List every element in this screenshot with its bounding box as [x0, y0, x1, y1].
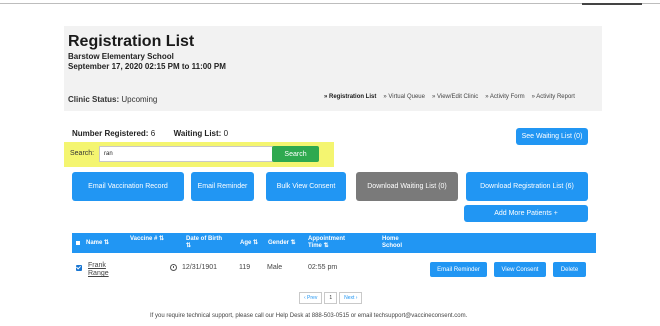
patient-name-link[interactable]: Frank Range	[88, 262, 118, 278]
nav-registration-list[interactable]: » Registration List	[324, 94, 376, 100]
download-waiting-list-button[interactable]: Download Waiting List (0)	[356, 172, 458, 201]
add-more-patients-button[interactable]: Add More Patients +	[464, 205, 588, 222]
col-gender[interactable]: Gender ⇅	[268, 240, 296, 247]
appointment-time: 02:55 pm	[308, 264, 338, 271]
registration-counts: Number Registered: 6 Waiting List: 0	[72, 129, 228, 138]
col-age[interactable]: Age ⇅	[240, 240, 258, 247]
col-dob[interactable]: Date of Birth ⇅	[186, 236, 226, 249]
nav-activity-report[interactable]: » Activity Report	[532, 94, 575, 100]
see-waiting-list-button[interactable]: See Waiting List (0)	[516, 128, 588, 145]
row-email-reminder-button[interactable]: Email Reminder	[430, 262, 487, 277]
nav-activity-form[interactable]: » Activity Form	[485, 94, 524, 100]
support-footer: If you require technical support, please…	[150, 313, 468, 319]
col-home-school: Home School	[382, 236, 403, 249]
top-divider-accent	[582, 3, 642, 5]
nav-virtual-queue[interactable]: » Virtual Queue	[383, 94, 425, 100]
select-all-checkbox[interactable]	[76, 241, 80, 245]
search-input[interactable]: ran	[99, 146, 273, 162]
table-header: Name ⇅ Vaccine # ⇅ Date of Birth ⇅ Age ⇅…	[72, 233, 596, 253]
clinic-status-value: Upcoming	[121, 95, 158, 104]
clinic-dates: September 17, 2020 02:15 PM to 11:00 PM	[68, 62, 226, 71]
row-checkbox[interactable]	[76, 265, 82, 271]
prev-page-button[interactable]: ‹ Prev	[299, 292, 323, 304]
view-consent-button[interactable]: View Consent	[494, 262, 546, 277]
clock-icon	[170, 264, 177, 271]
nav-view-edit-clinic[interactable]: » View/Edit Clinic	[432, 94, 478, 100]
school-name: Barstow Elementary School	[68, 52, 174, 61]
search-label: Search:	[70, 150, 95, 157]
top-divider	[0, 3, 660, 4]
patient-gender: Male	[267, 264, 283, 271]
pagination: ‹ Prev 1 Next ›	[299, 292, 363, 304]
search-button[interactable]: Search	[272, 146, 319, 162]
page-title: Registration List	[68, 33, 195, 50]
registered-label: Number Registered:	[72, 129, 149, 138]
col-name[interactable]: Name ⇅	[86, 240, 109, 247]
clinic-status-label: Clinic Status:	[68, 95, 120, 104]
registered-count: 6	[150, 129, 156, 138]
patient-dob: 12/31/1901	[182, 264, 218, 271]
bulk-view-consent-button[interactable]: Bulk View Consent	[266, 172, 346, 201]
clinic-nav: » Registration List » Virtual Queue » Vi…	[324, 94, 575, 100]
clinic-status: Clinic Status: Upcoming	[68, 95, 157, 104]
next-page-button[interactable]: Next ›	[339, 292, 363, 304]
waiting-label: Waiting List:	[173, 129, 222, 138]
waiting-count: 0	[223, 129, 229, 138]
email-reminder-button[interactable]: Email Reminder	[191, 172, 254, 201]
page-number[interactable]: 1	[324, 292, 338, 304]
delete-button[interactable]: Delete	[553, 262, 586, 277]
patient-age: 119	[239, 264, 251, 271]
col-vaccine[interactable]: Vaccine # ⇅	[130, 236, 164, 243]
download-registration-list-button[interactable]: Download Registration List (6)	[466, 172, 588, 201]
col-appointment-time[interactable]: Appointment Time ⇅	[308, 236, 354, 249]
email-vaccination-record-button[interactable]: Email Vaccination Record	[72, 172, 184, 201]
